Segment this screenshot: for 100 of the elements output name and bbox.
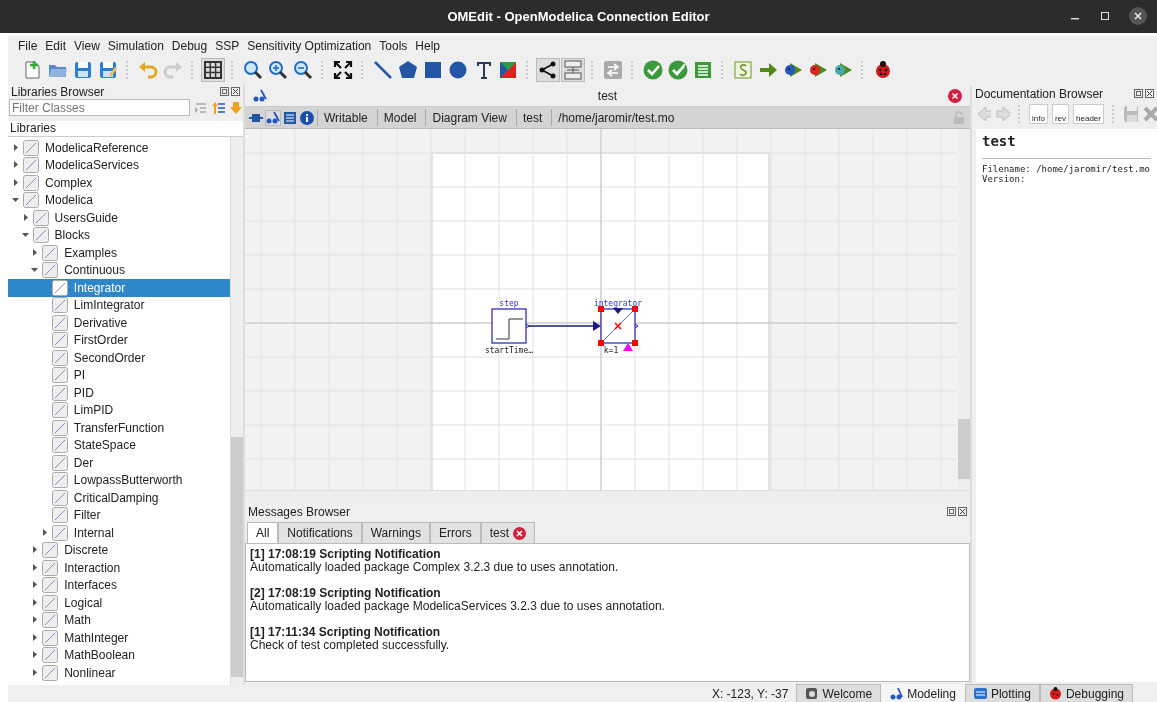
line-icon[interactable] xyxy=(372,59,394,81)
tree-item[interactable]: Nonlinear xyxy=(8,664,230,682)
transition-icon[interactable] xyxy=(562,59,584,81)
zoom-in-icon[interactable] xyxy=(267,59,289,81)
menu-item[interactable]: Help xyxy=(411,39,444,53)
tree-item[interactable]: Blocks xyxy=(8,226,230,244)
diagram-view-icon[interactable] xyxy=(266,110,280,125)
edit-button[interactable]: rev xyxy=(1051,104,1070,124)
close-icon[interactable] xyxy=(1145,89,1154,98)
tree-item[interactable]: ModelicaServices xyxy=(8,156,230,174)
float-icon[interactable] xyxy=(1134,89,1143,98)
close-icon[interactable] xyxy=(231,87,240,96)
float-icon[interactable] xyxy=(220,87,229,96)
tree-item[interactable]: Der xyxy=(8,454,230,472)
class-icon xyxy=(51,524,68,541)
model-tab-title[interactable]: test xyxy=(267,89,948,103)
tree-item[interactable]: TransferFunction xyxy=(8,419,230,437)
class-icon xyxy=(51,367,68,384)
polygon-icon[interactable] xyxy=(397,59,419,81)
edit-button[interactable]: info xyxy=(1029,104,1048,124)
error-icon[interactable] xyxy=(513,526,526,540)
tree-item[interactable]: Modelica xyxy=(8,191,230,209)
bitmap-icon[interactable] xyxy=(497,59,519,81)
float-icon[interactable] xyxy=(947,507,956,516)
maximize-icon[interactable] xyxy=(1099,10,1111,22)
tree-item[interactable]: PID xyxy=(8,384,230,402)
class-icon xyxy=(51,349,68,366)
scrollbar[interactable] xyxy=(230,137,243,685)
tree-item[interactable]: PI xyxy=(8,366,230,384)
perspective-tab[interactable]: Welcome xyxy=(796,684,882,702)
rectangle-icon[interactable] xyxy=(422,59,444,81)
menu-item[interactable]: Edit xyxy=(41,39,71,53)
text-view-icon[interactable] xyxy=(283,110,297,125)
tree-item[interactable]: Interaction xyxy=(8,559,230,577)
info-label: Diagram View xyxy=(425,109,513,126)
zoom-out-icon[interactable] xyxy=(292,59,314,81)
fit-icon[interactable] xyxy=(332,59,354,81)
tab[interactable]: All xyxy=(247,522,279,543)
tab[interactable]: test xyxy=(480,522,535,543)
class-icon xyxy=(51,384,68,401)
save-icon[interactable] xyxy=(72,59,94,81)
script-icon[interactable] xyxy=(732,59,754,81)
filter-field[interactable]: Filter Classes xyxy=(9,99,190,116)
tree-item[interactable]: Derivative xyxy=(8,314,230,332)
close-icon[interactable] xyxy=(1129,7,1147,25)
list-icon[interactable] xyxy=(692,59,714,81)
menu-item[interactable]: View xyxy=(70,39,104,53)
class-icon xyxy=(51,454,68,471)
tree-item[interactable]: Internal xyxy=(8,524,230,542)
menu-item[interactable]: Tools xyxy=(375,39,412,53)
connection-line[interactable] xyxy=(527,321,601,331)
tree-item[interactable]: MathInteger xyxy=(8,629,230,647)
tree-item[interactable]: Interfaces xyxy=(8,576,230,594)
edit-button[interactable]: header xyxy=(1073,104,1104,124)
class-icon xyxy=(51,472,68,489)
tree-item[interactable]: FirstOrder xyxy=(8,331,230,349)
tree-item[interactable]: Filter xyxy=(8,506,230,524)
step-block[interactable] xyxy=(491,308,530,344)
tab[interactable]: Notifications xyxy=(278,522,362,543)
tree-item[interactable]: Complex xyxy=(8,174,230,192)
menu-item[interactable]: Simulation xyxy=(103,39,168,53)
menu-item[interactable]: Debug xyxy=(167,39,212,53)
zoom-icon[interactable] xyxy=(242,59,264,81)
double-check-icon[interactable] xyxy=(667,59,689,81)
tree-item[interactable]: ModelicaReference xyxy=(8,139,230,157)
close-icon[interactable] xyxy=(958,507,967,516)
tree-item[interactable]: LimPID xyxy=(8,401,230,419)
expand-all-icon[interactable] xyxy=(211,100,226,115)
menu-item[interactable]: Sensitivity Optimization xyxy=(243,39,376,53)
tree-item[interactable]: LimIntegrator xyxy=(8,296,230,314)
ellipse-icon[interactable] xyxy=(447,59,469,81)
save-all-icon[interactable] xyxy=(97,59,119,81)
tab[interactable]: Warnings xyxy=(361,522,430,543)
perspective-tab[interactable]: Plotting xyxy=(964,684,1040,702)
grid-icon[interactable] xyxy=(202,59,224,81)
class-icon xyxy=(42,542,59,559)
tree-item[interactable]: Logical xyxy=(8,594,230,612)
perspective-tab[interactable]: Debugging xyxy=(1039,684,1133,702)
menu-item[interactable]: SSP xyxy=(211,39,244,53)
tab[interactable]: Errors xyxy=(429,522,481,543)
connect-icon[interactable] xyxy=(537,59,559,81)
class-icon xyxy=(42,612,59,629)
tree-item[interactable]: Math xyxy=(8,611,230,629)
tree-item[interactable]: Examples xyxy=(8,244,230,262)
tree-item[interactable]: Discrete xyxy=(8,541,230,559)
perspective-tab[interactable]: Modeling xyxy=(881,684,965,702)
tree-item[interactable]: Integrator xyxy=(8,279,230,297)
ladybug-icon xyxy=(1049,687,1061,700)
menu-item[interactable]: File xyxy=(14,39,42,53)
check-icon[interactable] xyxy=(642,59,664,81)
tree-item[interactable]: StateSpace xyxy=(8,436,230,454)
tree-item[interactable]: Continuous xyxy=(8,261,230,279)
tree-item[interactable]: CriticalDamping xyxy=(8,489,230,507)
tree-item[interactable]: UsersGuide xyxy=(8,209,230,227)
close-icon[interactable] xyxy=(948,89,962,103)
tree-item[interactable]: MathBoolean xyxy=(8,646,230,664)
tree-item[interactable]: LowpassButterworth xyxy=(8,471,230,489)
tree-item[interactable]: SecondOrder xyxy=(8,349,230,367)
info-icon[interactable] xyxy=(300,110,314,125)
panel-title: Messages Browser xyxy=(248,504,351,519)
